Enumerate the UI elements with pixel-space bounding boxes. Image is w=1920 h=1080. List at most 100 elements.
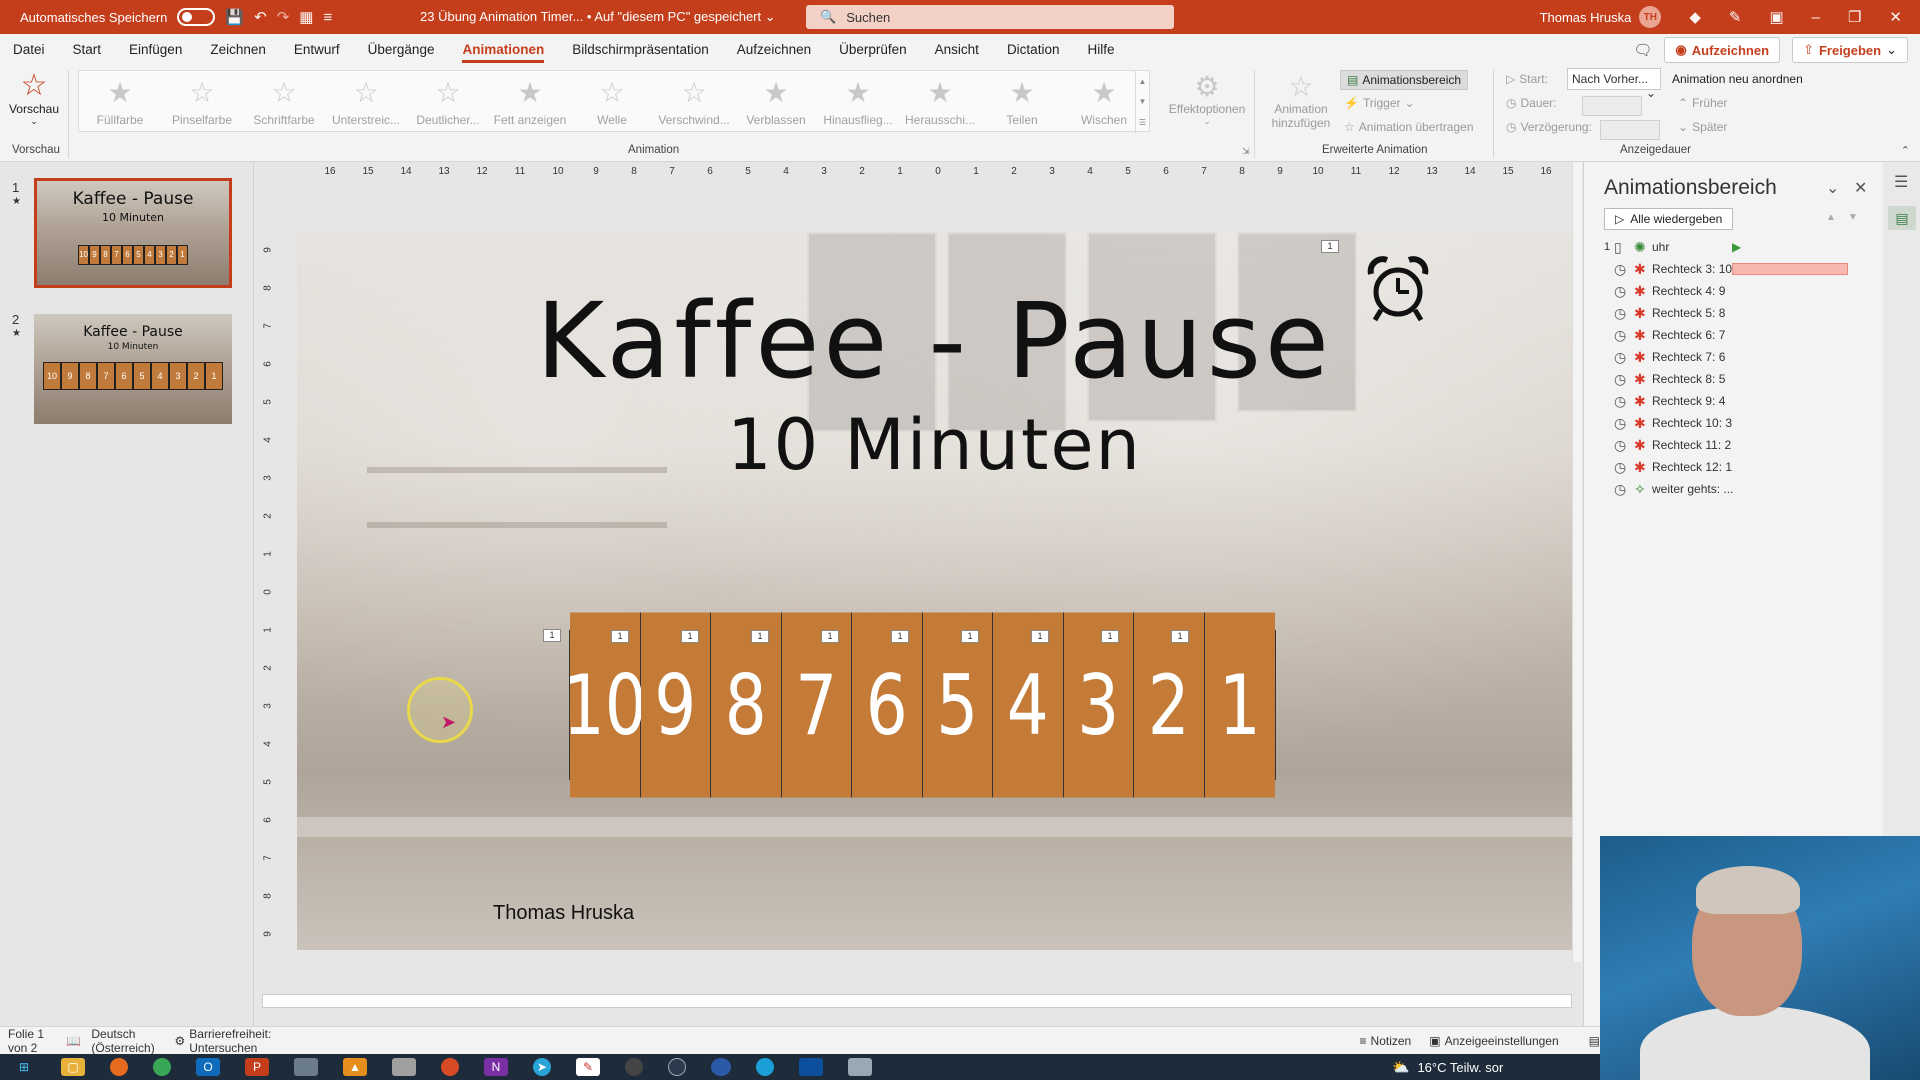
alarm-clock-icon[interactable] — [1365, 254, 1431, 324]
vlc-icon[interactable]: ▲ — [343, 1058, 367, 1076]
tab-zeichnen[interactable]: Zeichnen — [210, 38, 266, 61]
add-animation-button[interactable]: ☆ Animation hinzufügen — [1266, 72, 1336, 131]
countdown-cell-6[interactable]: 6 — [852, 612, 923, 798]
anim-deutlicher[interactable]: ☆ Deutlicher... — [407, 71, 489, 131]
collapse-ribbon-icon[interactable]: ⌃ — [1901, 144, 1910, 157]
tab-ansicht[interactable]: Ansicht — [935, 38, 979, 61]
tab-aufzeichnen[interactable]: Aufzeichnen — [737, 38, 811, 61]
file-explorer-icon[interactable]: ▢ — [61, 1058, 85, 1076]
animation-tag[interactable]: 1 — [961, 630, 979, 643]
pen-icon[interactable]: ✎ — [1729, 8, 1742, 26]
app-icon[interactable] — [711, 1058, 731, 1076]
countdown-cell-10[interactable]: 10 — [563, 612, 647, 798]
tab-hilfe[interactable]: Hilfe — [1087, 38, 1114, 61]
scroll-up-icon[interactable]: ▲ — [1139, 77, 1147, 86]
animation-tag[interactable]: 1 — [611, 630, 629, 643]
animation-item[interactable]: ◷ ✱ Rechteck 6: 7 — [1604, 324, 1874, 346]
anim-pinselfarbe[interactable]: ☆ Pinselfarbe — [161, 71, 243, 131]
anim-schriftfarbe[interactable]: ☆ Schriftfarbe — [243, 71, 325, 131]
anim-herausschweben[interactable]: ★ Herausschi... — [899, 71, 981, 131]
present-icon[interactable]: ▦ — [299, 8, 313, 26]
animation-tag[interactable]: 1 — [1031, 630, 1049, 643]
save-icon[interactable]: 💾 — [225, 8, 244, 26]
move-later-button[interactable]: ⌄ Später — [1678, 120, 1727, 134]
delay-input[interactable] — [1600, 120, 1660, 140]
animation-item[interactable]: ◷ ✱ Rechteck 11: 2 — [1604, 434, 1874, 456]
normal-view-icon[interactable]: ▤ — [1589, 1034, 1600, 1048]
edge-icon[interactable] — [756, 1058, 774, 1076]
close-icon[interactable]: ✕ — [1889, 8, 1902, 26]
countdown-cell-5[interactable]: 5 — [922, 612, 993, 798]
countdown-cell-9[interactable]: 9 — [640, 612, 711, 798]
animation-item[interactable]: ◷ ✱ Rechteck 4: 9 — [1604, 280, 1874, 302]
play-all-button[interactable]: ▷ Alle wiedergeben — [1604, 208, 1734, 230]
animation-tag[interactable]: 1 — [751, 630, 769, 643]
tab-datei[interactable]: Datei — [13, 38, 45, 61]
anim-welle[interactable]: ☆ Welle — [571, 71, 653, 131]
autosave-toggle[interactable] — [177, 8, 216, 26]
animation-pane-toggle-icon[interactable]: ▤ — [1888, 206, 1916, 230]
tab-ueberpruefen[interactable]: Überprüfen — [839, 38, 907, 61]
anim-fuellfarbe[interactable]: ★ Füllfarbe — [79, 71, 161, 131]
countdown-cell-8[interactable]: 8 — [711, 612, 782, 798]
gallery-scroll[interactable]: ▲ ▼ ☰ — [1135, 71, 1149, 133]
app-icon[interactable]: ✎ — [576, 1058, 600, 1076]
undo-icon[interactable]: ↶ — [254, 8, 267, 26]
slide-thumbnail-2[interactable]: Kaffee - Pause 10 Minuten 10 9 8 7 6 5 4… — [34, 314, 232, 424]
effect-options-button[interactable]: ⚙ Effektoptionen ⌄ — [1162, 72, 1252, 127]
search-input[interactable]: 🔍 Suchen — [806, 5, 1174, 29]
animation-tag[interactable]: 1 — [821, 630, 839, 643]
tab-uebergaenge[interactable]: Übergänge — [368, 38, 435, 61]
minimize-icon[interactable]: – — [1812, 9, 1820, 26]
chrome-icon[interactable] — [153, 1058, 171, 1076]
animation-item[interactable]: ◷ ✱ Rechteck 5: 8 — [1604, 302, 1874, 324]
animation-item[interactable]: ◷ ✱ Rechteck 12: 1 — [1604, 456, 1874, 478]
onenote-icon[interactable]: N — [484, 1058, 508, 1076]
move-down-icon[interactable]: ▼ — [1848, 212, 1858, 223]
anim-unterstreichen[interactable]: ☆ Unterstreic... — [325, 71, 407, 131]
powerpoint-icon[interactable]: P — [245, 1058, 269, 1076]
start-select[interactable]: Nach Vorher... ⌄ — [1567, 68, 1661, 100]
scroll-down-icon[interactable]: ▼ — [1139, 97, 1147, 106]
vertical-scrollbar[interactable] — [1572, 162, 1582, 962]
accessibility-check[interactable]: Barrierefreiheit: Untersuchen — [189, 1027, 279, 1055]
telegram-icon[interactable]: ➤ — [533, 1058, 551, 1076]
animation-tag[interactable]: 1 — [1171, 630, 1189, 643]
copy-animation-button[interactable]: ☆ Animation übertragen — [1344, 120, 1474, 134]
diamond-icon[interactable]: ◆ — [1689, 8, 1701, 26]
weather-text[interactable]: 16°C Teilw. sor — [1417, 1060, 1503, 1075]
countdown-cell-3[interactable]: 3 — [1063, 612, 1134, 798]
quick-access-more-icon[interactable]: ≡ — [323, 9, 332, 26]
anim-fett-anzeigen[interactable]: ★ Fett anzeigen — [489, 71, 571, 131]
notes-button[interactable]: Notizen — [1371, 1034, 1412, 1048]
tab-einfuegen[interactable]: Einfügen — [129, 38, 182, 61]
slide-canvas[interactable]: Kaffee - Pause 10 Minuten 1 1 10 9 8 7 6… — [297, 232, 1572, 950]
author-name[interactable]: Thomas Hruska — [493, 902, 634, 925]
animation-item[interactable]: ◷ ✱ Rechteck 8: 5 — [1604, 368, 1874, 390]
outlook-icon[interactable]: O — [196, 1058, 220, 1076]
app-icon[interactable] — [625, 1058, 643, 1076]
move-up-icon[interactable]: ▲ — [1826, 212, 1836, 223]
anim-wischen[interactable]: ★ Wischen — [1063, 71, 1145, 131]
duration-input[interactable] — [1582, 96, 1642, 116]
display-settings-button[interactable]: Anzeigeeinstellungen — [1445, 1034, 1559, 1048]
app-icon[interactable] — [848, 1058, 872, 1076]
slide-subtitle[interactable]: 10 Minuten — [297, 404, 1572, 486]
close-icon[interactable]: ✕ — [1854, 178, 1867, 198]
chevron-down-icon[interactable]: ⌄ — [1826, 178, 1839, 198]
tab-dictation[interactable]: Dictation — [1007, 38, 1060, 61]
countdown-cell-7[interactable]: 7 — [781, 612, 852, 798]
anim-hinausfliegen[interactable]: ★ Hinausflieg... — [817, 71, 899, 131]
spellcheck-icon[interactable]: 📖 — [66, 1034, 81, 1048]
restore-icon[interactable]: ❐ — [1848, 8, 1861, 26]
animation-tag[interactable]: 1 — [891, 630, 909, 643]
tab-start[interactable]: Start — [73, 38, 102, 61]
app-icon[interactable] — [799, 1058, 823, 1076]
app-icon[interactable] — [668, 1058, 686, 1076]
tab-entwurf[interactable]: Entwurf — [294, 38, 340, 61]
design-icon[interactable]: ☰ — [1894, 172, 1908, 192]
animation-pane-button[interactable]: ▤ Animationsbereich — [1340, 70, 1469, 90]
ribbon-display-icon[interactable]: ▣ — [1769, 8, 1783, 26]
dialog-launcher-icon[interactable]: ⇲ — [1242, 146, 1250, 157]
countdown-cell-2[interactable]: 2 — [1134, 612, 1205, 798]
